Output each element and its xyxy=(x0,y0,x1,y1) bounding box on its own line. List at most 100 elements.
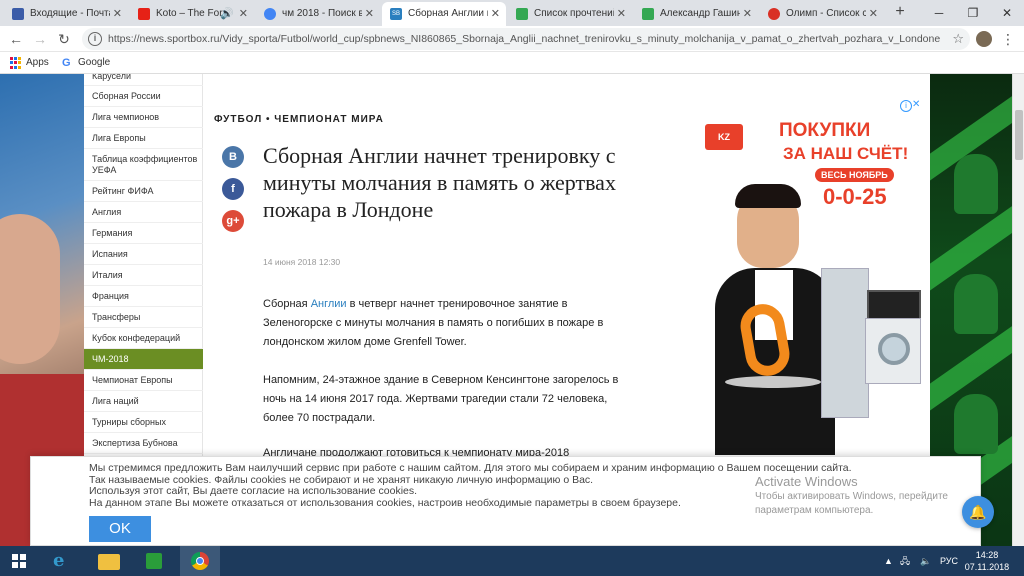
tab-olimp[interactable]: Олимп - Список с ✕ xyxy=(760,2,884,26)
ad-offer: 0-0-25 xyxy=(823,184,887,209)
windows-taskbar: e ▲ 🖧 🔈 РУС 14:28 07.11.2018 xyxy=(0,546,1024,576)
close-icon[interactable]: ✕ xyxy=(239,2,248,26)
profile-avatar[interactable] xyxy=(976,31,992,47)
sidebar-item-bubnov[interactable]: Экспертиза Бубнова xyxy=(84,433,203,454)
tab-reading-list[interactable]: Список прочтений ✕ xyxy=(508,2,632,26)
watermark-title: Activate Windows xyxy=(755,474,858,489)
advertisement[interactable]: i ✕ KZ ПОКУПКИ ЗА НАШ СЧЁТ! ВЕСЬ НОЯБРЬ … xyxy=(697,100,922,455)
close-icon[interactable]: ✕ xyxy=(491,2,500,26)
tab-gashin[interactable]: Александр Гашин ✕ xyxy=(634,2,758,26)
bookmark-apps[interactable]: Apps xyxy=(8,52,49,74)
notification-bell-icon[interactable]: 🔔 xyxy=(962,496,994,528)
close-window-icon[interactable]: ✕ xyxy=(990,0,1024,26)
tab-label: Список прочтений xyxy=(534,8,614,19)
volume-icon[interactable]: 🔈 xyxy=(920,546,931,576)
taskbar-chrome[interactable] xyxy=(180,546,220,576)
maximize-icon[interactable]: ❐ xyxy=(956,0,990,26)
ie-icon: e xyxy=(53,550,65,571)
sidebar-item-england[interactable]: Англия xyxy=(84,202,203,223)
reload-icon[interactable]: ↻ xyxy=(54,29,74,49)
tab-sportbox[interactable]: SB Сборная Англии н ✕ xyxy=(382,2,506,26)
banner-player-image xyxy=(954,394,998,454)
ad-info-icon[interactable]: i xyxy=(900,100,912,112)
washer-door xyxy=(878,333,910,365)
start-button[interactable] xyxy=(0,546,40,576)
tab-mail[interactable]: Входящие - Почта ✕ xyxy=(4,2,128,26)
sidebar-item-transfers[interactable]: Трансферы xyxy=(84,307,203,328)
forward-icon[interactable]: → xyxy=(30,29,50,49)
menu-icon[interactable]: ⋮ xyxy=(998,29,1018,49)
apps-icon xyxy=(10,57,22,69)
paragraph-text: Сборная xyxy=(263,298,311,310)
gplus-share-icon[interactable]: g+ xyxy=(222,210,244,232)
close-icon[interactable]: ✕ xyxy=(365,2,374,26)
sheet-icon xyxy=(516,8,528,20)
taskbar-store[interactable] xyxy=(134,546,174,576)
sheet-icon xyxy=(642,8,654,20)
close-icon[interactable]: ✕ xyxy=(617,2,626,26)
ad-logo: KZ xyxy=(705,124,743,150)
browser-window: Входящие - Почта ✕ Koto – The For 🔊 ✕ чм… xyxy=(0,0,1024,576)
sidebar-item-italy[interactable]: Италия xyxy=(84,265,203,286)
sidebar-item-fifa-ranking[interactable]: Рейтинг ФИФА xyxy=(84,181,203,202)
tab-label: Сборная Англии н xyxy=(408,8,488,19)
sidebar-item-champions-league[interactable]: Лига чемпионов xyxy=(84,107,203,128)
mail-icon xyxy=(12,8,24,20)
new-tab-button[interactable]: + xyxy=(890,2,910,24)
page-scrollbar[interactable] xyxy=(1012,74,1024,546)
google-icon xyxy=(264,8,276,20)
bookmark-label: Google xyxy=(78,57,111,68)
ad-badge: ВЕСЬ НОЯБРЬ xyxy=(815,168,894,182)
sidebar-item-national-tournaments[interactable]: Турниры сборных xyxy=(84,412,203,433)
chrome-icon-center xyxy=(196,557,204,565)
minimize-icon[interactable]: ─ xyxy=(922,0,956,26)
tab-youtube[interactable]: Koto – The For 🔊 ✕ xyxy=(130,2,254,26)
language-indicator[interactable]: РУС xyxy=(940,546,958,576)
sidebar-item-euro[interactable]: Чемпионат Европы xyxy=(84,370,203,391)
taskbar-explorer[interactable] xyxy=(88,546,128,576)
article-title: Сборная Англии начнет тренировку с минут… xyxy=(263,143,616,222)
sidebar-item-germany[interactable]: Германия xyxy=(84,223,203,244)
ad-subheadline: ЗА НАШ СЧЁТ! xyxy=(783,144,909,163)
speaker-icon[interactable]: 🔊 xyxy=(220,2,234,26)
star-icon[interactable]: ☆ xyxy=(952,28,964,50)
close-icon[interactable]: ✕ xyxy=(869,2,878,26)
sidebar-item-spain[interactable]: Испания xyxy=(84,244,203,265)
windows-logo-icon xyxy=(12,554,26,568)
tab-strip: Входящие - Почта ✕ Koto – The For 🔊 ✕ чм… xyxy=(0,0,1024,26)
taskbar-ie[interactable]: e xyxy=(42,546,82,576)
sidebar-item-wc2018[interactable]: ЧМ-2018 xyxy=(84,349,203,370)
tab-google-search[interactable]: чм 2018 - Поиск в ✕ xyxy=(256,2,380,26)
url-text[interactable]: https://news.sportbox.ru/Vidy_sporta/Fut… xyxy=(108,28,948,50)
info-icon[interactable]: i xyxy=(88,32,102,46)
scrollbar-thumb[interactable] xyxy=(1015,110,1023,160)
ad-tray xyxy=(725,376,821,388)
clock[interactable]: 14:28 07.11.2018 xyxy=(960,549,1014,573)
sidebar-item-europa-league[interactable]: Лига Европы xyxy=(84,128,203,149)
address-bar[interactable]: i https://news.sportbox.ru/Vidy_sporta/F… xyxy=(82,28,970,50)
article-rubric[interactable]: ФУТБОЛ • ЧЕМПИОНАТ МИРА xyxy=(214,114,384,125)
bookmark-google[interactable]: G Google xyxy=(60,52,110,74)
sidebar-item-nations-league[interactable]: Лига наций xyxy=(84,391,203,412)
close-icon[interactable]: ✕ xyxy=(113,2,122,26)
ad-tv-image xyxy=(867,290,921,320)
sidebar-item-uefa-table[interactable]: Таблица коэффициентов УЕФА xyxy=(84,149,203,181)
sidebar-item-confed-cup[interactable]: Кубок конфедераций xyxy=(84,328,203,349)
facebook-share-icon[interactable]: f xyxy=(222,178,244,200)
close-icon[interactable]: ✕ xyxy=(743,2,752,26)
england-link[interactable]: Англии xyxy=(311,298,347,310)
store-icon xyxy=(146,553,162,569)
sidebar-item-russia[interactable]: Сборная России xyxy=(84,86,203,107)
tab-label: Олимп - Список с xyxy=(786,8,866,19)
tray-chevron-icon[interactable]: ▲ xyxy=(884,546,893,576)
ad-man-hair xyxy=(735,184,801,208)
sidebar-item-france[interactable]: Франция xyxy=(84,286,203,307)
banner-player-image xyxy=(954,274,998,334)
bookmarks-bar: Apps G Google xyxy=(0,52,1024,74)
vk-share-icon[interactable]: В xyxy=(222,146,244,168)
cookie-ok-button[interactable]: OK xyxy=(89,516,151,542)
back-icon[interactable]: ← xyxy=(6,29,26,49)
ad-close-icon[interactable]: ✕ xyxy=(912,100,920,110)
sidebar-item-carousels[interactable]: Карусели xyxy=(84,74,203,86)
network-icon[interactable]: 🖧 xyxy=(900,546,910,576)
